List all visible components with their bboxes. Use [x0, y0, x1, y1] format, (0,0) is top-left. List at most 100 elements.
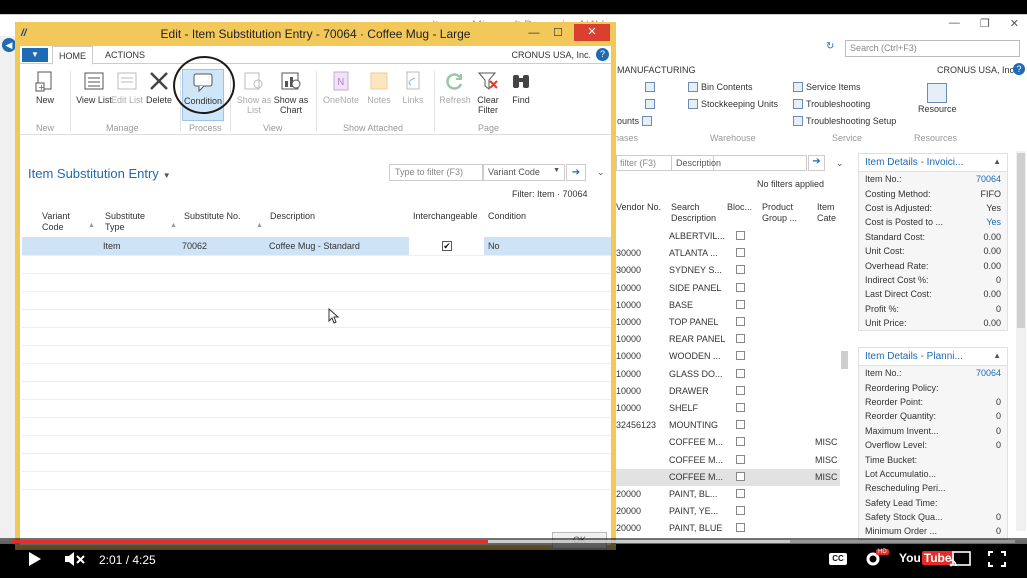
cell-search-description[interactable]: SIDE PANEL: [669, 283, 721, 293]
captions-icon[interactable]: CC: [829, 553, 847, 565]
cell-vendor-no[interactable]: 10000: [616, 403, 641, 413]
cell-search-description[interactable]: COFFEE M...: [669, 472, 723, 482]
column-condition[interactable]: Condition: [488, 211, 526, 222]
column-substitute-type[interactable]: Substitute Type: [105, 211, 155, 233]
ribbon-bin-contents[interactable]: Bin Contents: [688, 82, 753, 92]
close-icon[interactable]: ✕: [1010, 17, 1019, 30]
factbox-scrollbar[interactable]: [1016, 151, 1026, 531]
blocked-checkbox[interactable]: [736, 471, 745, 481]
cell-substitute-no[interactable]: 70062: [182, 241, 207, 251]
ribbon-stockkeeping-units[interactable]: Stockkeeping Units: [688, 99, 778, 109]
cell-search-description[interactable]: TOP PANEL: [669, 317, 719, 327]
cell-vendor-no[interactable]: 10000: [616, 334, 641, 344]
blocked-checkbox[interactable]: [736, 334, 745, 344]
filter-field-select[interactable]: Variant Code ▼: [483, 164, 565, 181]
cell-condition[interactable]: No: [488, 241, 500, 251]
arrow-right-icon[interactable]: ➔: [566, 164, 586, 181]
table-row[interactable]: 20000 PAINT, BL...: [612, 486, 840, 503]
blocked-checkbox[interactable]: [736, 420, 745, 430]
blocked-checkbox[interactable]: [736, 454, 745, 464]
blocked-checkbox[interactable]: [736, 368, 745, 378]
table-row[interactable]: COFFEE M... MISC: [612, 434, 840, 451]
cell-description[interactable]: Coffee Mug - Standard: [269, 241, 360, 251]
cell-vendor-no[interactable]: 10000: [616, 369, 641, 379]
tab-actions[interactable]: ACTIONS: [105, 50, 145, 60]
cell-search-description[interactable]: ALBERTVIL...: [669, 231, 725, 241]
table-row[interactable]: 10000 GLASS DO...: [612, 366, 840, 383]
ribbon-accounts[interactable]: ounts: [617, 116, 653, 126]
blocked-checkbox[interactable]: [736, 282, 745, 292]
page-title[interactable]: Item Substitution Entry ▼: [28, 166, 171, 181]
cell-search-description[interactable]: REAR PANEL: [669, 334, 725, 344]
maximize-icon[interactable]: ❐: [980, 17, 990, 30]
cell-vendor-no[interactable]: 10000: [616, 351, 641, 361]
blocked-checkbox[interactable]: [736, 403, 745, 412]
table-row[interactable]: Item 70062 Coffee Mug - Standard ✔ No: [22, 237, 611, 255]
table-row[interactable]: 10000 SHELF: [612, 400, 840, 417]
factbox-field-value[interactable]: 70064: [976, 368, 1001, 378]
column-item-category[interactable]: Item Cate: [817, 202, 841, 224]
blocked-checkbox[interactable]: [736, 489, 745, 498]
factbox-field-value[interactable]: Yes: [986, 217, 1001, 227]
blocked-checkbox[interactable]: [736, 506, 745, 516]
cell-search-description[interactable]: PAINT, YE...: [669, 506, 718, 516]
play-icon[interactable]: [28, 551, 42, 567]
cell-search-description[interactable]: PAINT, BL...: [669, 489, 717, 499]
minimize-icon[interactable]: —: [949, 17, 960, 30]
cast-icon[interactable]: [949, 551, 971, 567]
filter-input[interactable]: Type to filter (F3): [389, 164, 483, 181]
blocked-checkbox[interactable]: [736, 385, 745, 395]
factbox-planning-title[interactable]: Item Details - Planni... ▲: [859, 348, 1007, 366]
main-search-input[interactable]: Search (Ctrl+F3): [845, 40, 1020, 57]
tab-manufacturing[interactable]: MANUFACTURING: [617, 65, 696, 75]
cell-search-description[interactable]: WOODEN ...: [669, 351, 721, 361]
cell-interchangeable[interactable]: ✔: [409, 237, 484, 255]
collapse-icon[interactable]: ▲: [993, 351, 1001, 360]
column-blocked[interactable]: Bloc...: [727, 202, 752, 213]
column-interchangeable[interactable]: Interchangeable: [413, 211, 478, 222]
cell-search-description[interactable]: BASE: [669, 300, 693, 310]
cell-vendor-no[interactable]: 30000: [616, 248, 641, 258]
column-vendor-no[interactable]: Vendor No.: [616, 202, 661, 213]
cell-vendor-no[interactable]: 30000: [616, 265, 641, 275]
chevron-down-icon[interactable]: ⌄: [597, 167, 605, 178]
cell-item-category[interactable]: MISC: [815, 472, 838, 482]
maximize-icon[interactable]: ☐: [550, 25, 566, 41]
help-icon[interactable]: ?: [596, 48, 609, 61]
refresh-icon[interactable]: ↻: [826, 41, 834, 52]
table-row[interactable]: 10000 DRAWER: [612, 383, 840, 400]
table-row[interactable]: 10000 TOP PANEL: [612, 314, 840, 331]
cell-item-category[interactable]: MISC: [815, 437, 838, 447]
cell-search-description[interactable]: MOUNTING: [669, 420, 718, 430]
cell-search-description[interactable]: SYDNEY S...: [669, 265, 722, 275]
factbox-field-value[interactable]: 70064: [976, 174, 1001, 184]
mute-icon[interactable]: [64, 551, 86, 567]
cell-search-description[interactable]: PAINT, BLUE: [669, 523, 722, 533]
progress-bar[interactable]: [12, 540, 1015, 543]
cell-vendor-no[interactable]: 32456123: [616, 420, 656, 430]
show-as-chart-button[interactable]: Show as Chart: [270, 69, 312, 121]
back-icon[interactable]: ◀: [2, 38, 16, 52]
table-row[interactable]: COFFEE M... MISC: [612, 468, 840, 486]
table-row[interactable]: COFFEE M... MISC: [612, 452, 840, 469]
chart-icon[interactable]: [645, 82, 655, 92]
cell-search-description[interactable]: ATLANTA ...: [669, 248, 718, 258]
minimize-icon[interactable]: —: [526, 25, 542, 41]
scroll-thumb[interactable]: [1017, 153, 1025, 328]
cell-vendor-no[interactable]: 20000: [616, 506, 641, 516]
cell-vendor-no[interactable]: 10000: [616, 317, 641, 327]
table-row[interactable]: 10000 BASE: [612, 297, 840, 314]
youtube-logo[interactable]: You Tube: [899, 551, 954, 565]
fullscreen-icon[interactable]: [988, 551, 1006, 567]
table-row[interactable]: ALBERTVIL...: [612, 228, 840, 245]
help-icon[interactable]: ?: [1013, 63, 1025, 75]
table-row[interactable]: 10000 WOODEN ...: [612, 348, 840, 365]
list-filter-field[interactable]: Description: [671, 155, 807, 171]
list-scrollbar[interactable]: [840, 201, 849, 531]
collapse-icon[interactable]: ▲: [993, 157, 1001, 166]
arrow-right-icon[interactable]: ➔: [808, 155, 825, 171]
blocked-checkbox[interactable]: [736, 231, 745, 240]
cell-substitute-type[interactable]: Item: [103, 241, 121, 251]
blocked-checkbox[interactable]: [736, 317, 745, 326]
table-row[interactable]: 30000 SYDNEY S...: [612, 262, 840, 279]
